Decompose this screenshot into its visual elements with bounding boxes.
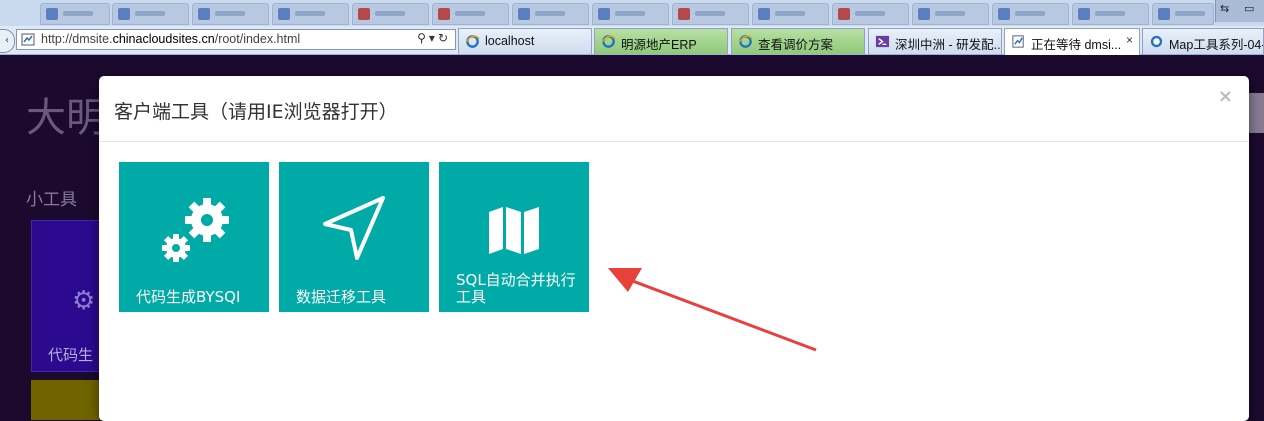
browser-tab[interactable] (40, 3, 110, 25)
tab-mingyuan-erp[interactable]: 明源地产ERP (594, 28, 728, 54)
ie-icon (465, 35, 480, 48)
vs-icon (875, 35, 890, 48)
browser-tab[interactable] (1072, 3, 1149, 25)
tab-label: 明源地产ERP (621, 38, 697, 52)
background-tool-card: ⚙ 代码生 (31, 220, 105, 372)
ie-icon (601, 35, 616, 48)
ie-icon (738, 35, 753, 48)
tab-map-tools[interactable]: Map工具系列-04- (1142, 28, 1264, 54)
tab-label: localhost (485, 34, 535, 48)
tab-shenzhen-zhongzhou[interactable]: 深圳中洲 - 研发配... (868, 28, 1002, 54)
close-icon[interactable]: × (1218, 86, 1233, 107)
maximize-icon[interactable]: ▭ (1244, 2, 1254, 15)
dropdown-icon[interactable]: ▾ (429, 31, 438, 45)
tab-label: 深圳中洲 - 研发配... (895, 38, 1002, 52)
browser-window-tabs-strip: ⇆ ▭ (0, 0, 1264, 26)
map-icon (489, 207, 539, 254)
tile-code-generator[interactable]: 代码生成BYSQI (119, 162, 269, 312)
loading-page-icon (1012, 35, 1024, 48)
navigation-arrow-icon (323, 196, 385, 260)
url-path: /root/index.html (214, 32, 301, 46)
tab-localhost[interactable]: localhost (458, 28, 592, 54)
search-icon[interactable]: ⚲ (417, 31, 429, 45)
browser-tab[interactable] (512, 3, 589, 25)
tab-label: Map工具系列-04- (1169, 38, 1264, 52)
window-controls[interactable]: ⇆ ▭ (1215, 0, 1264, 22)
url-domain: chinacloudsites.cn (112, 32, 215, 46)
background-card-label: 代码生 (48, 346, 94, 364)
address-url[interactable]: http://dmsite.chinacloudsites.cn/root/in… (41, 32, 300, 46)
browser-tab[interactable] (112, 3, 189, 25)
browser-tab[interactable] (752, 3, 829, 25)
tile-label: 数据迁移工具 (296, 288, 387, 306)
background-section-label: 小工具 (26, 190, 77, 210)
back-button[interactable]: ‹ (0, 29, 15, 53)
browser-tab[interactable] (352, 3, 429, 25)
url-prefix: http://dmsite. (41, 32, 113, 46)
refresh-icon[interactable]: ↻ (438, 31, 451, 45)
address-tools[interactable]: ⚲▾↻ (417, 31, 451, 45)
background-title-fragment (1249, 93, 1264, 133)
browser-tab[interactable] (672, 3, 749, 25)
modal-title: 客户端工具（请用IE浏览器打开） (114, 101, 398, 123)
tile-data-migration[interactable]: 数据迁移工具 (279, 162, 429, 312)
tab-label: 查看调价方案 (758, 38, 834, 52)
background-page-title: 大明 (26, 95, 106, 141)
restore-icon[interactable]: ⇆ (1220, 2, 1229, 15)
client-tools-modal: 客户端工具（请用IE浏览器打开） × 代码生成BYSQI 数据迁移工具 SQL自… (99, 76, 1249, 421)
modal-header: 客户端工具（请用IE浏览器打开） × (99, 76, 1249, 142)
gear-icon: ⚙ (72, 286, 96, 316)
browser-tab[interactable] (432, 3, 509, 25)
browser-tab[interactable] (192, 3, 269, 25)
browser-tab[interactable] (1152, 3, 1214, 25)
browser-tab[interactable] (912, 3, 989, 25)
tab-label: 正在等待 dmsi... (1031, 38, 1122, 52)
tab-active-loading[interactable]: 正在等待 dmsi... × (1004, 28, 1140, 55)
browser-tab[interactable] (592, 3, 669, 25)
tile-sql-auto-merge[interactable]: SQL自动合并执行工具 (439, 162, 589, 312)
ie-icon (1150, 35, 1163, 48)
gears-icon (162, 198, 229, 262)
browser-tab[interactable] (272, 3, 349, 25)
page-icon (21, 33, 35, 46)
background-tool-card-2 (31, 380, 103, 420)
browser-tab[interactable] (992, 3, 1069, 25)
tile-label: 代码生成BYSQI (136, 288, 241, 306)
address-bar[interactable]: http://dmsite.chinacloudsites.cn/root/in… (16, 29, 456, 50)
annotation-arrow (608, 268, 817, 352)
browser-tab[interactable] (832, 3, 909, 25)
tile-label: SQL自动合并执行工具 (456, 271, 576, 306)
tab-close-icon[interactable]: × (1126, 33, 1133, 47)
tab-price-plan[interactable]: 查看调价方案 (731, 28, 865, 54)
